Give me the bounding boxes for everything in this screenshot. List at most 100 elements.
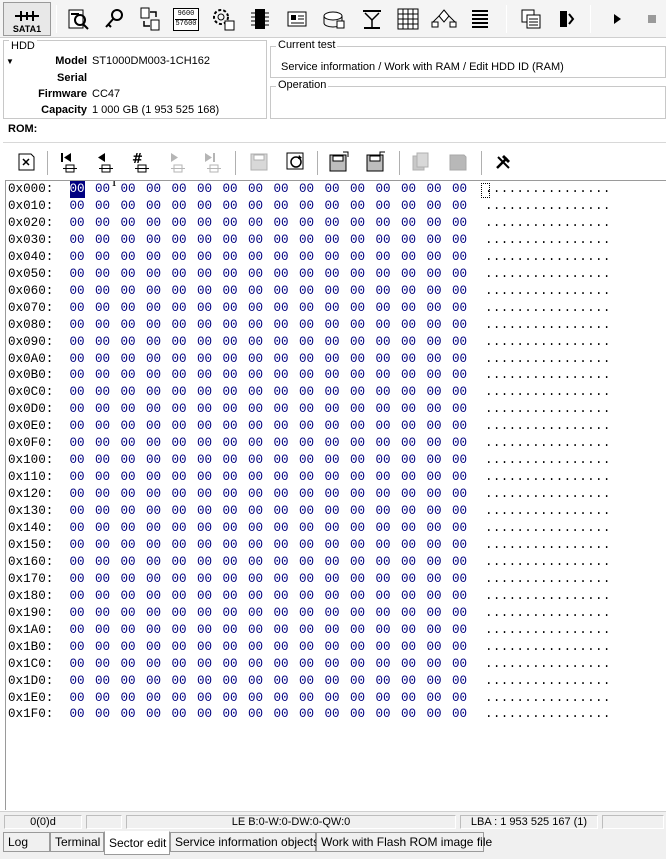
hex-byte[interactable]: 00 (70, 384, 85, 401)
hex-byte[interactable]: 00 (70, 605, 85, 622)
hex-byte[interactable]: 00 (401, 452, 416, 469)
hex-byte[interactable]: 00 (248, 537, 263, 554)
hex-byte[interactable]: 00 (376, 656, 391, 673)
hex-byte[interactable]: 00 (121, 367, 136, 384)
hex-ascii[interactable]: ................ (485, 571, 611, 588)
network-button[interactable] (430, 4, 458, 34)
hex-byte[interactable]: 00 (172, 571, 187, 588)
hex-byte[interactable]: 00 (172, 266, 187, 283)
hex-byte[interactable]: 00 (248, 520, 263, 537)
hex-byte[interactable]: 00 (376, 283, 391, 300)
hex-byte[interactable]: 00 (325, 266, 340, 283)
hex-byte[interactable]: 00 (95, 317, 110, 334)
hex-byte[interactable]: 00 (146, 486, 161, 503)
hex-byte[interactable]: 00 (197, 334, 212, 351)
hex-byte[interactable]: 00 (146, 452, 161, 469)
hex-byte[interactable]: 00 (95, 300, 110, 317)
hex-byte[interactable]: 00 (274, 300, 289, 317)
hex-byte[interactable]: 00 (197, 317, 212, 334)
hex-byte[interactable]: 00 (197, 690, 212, 707)
hex-byte[interactable]: 00 (223, 571, 238, 588)
hex-ascii[interactable]: ................ (485, 622, 611, 639)
hex-byte[interactable]: 00 (325, 605, 340, 622)
hex-byte[interactable]: 00 (299, 503, 314, 520)
hex-byte[interactable]: 00 (248, 215, 263, 232)
hex-byte[interactable]: 00 (248, 266, 263, 283)
hex-byte[interactable]: 00 (452, 418, 467, 435)
hex-ascii[interactable]: ................ (485, 690, 611, 707)
hex-byte[interactable]: 00 (299, 452, 314, 469)
hex-byte[interactable]: 00 (376, 232, 391, 249)
hex-byte[interactable]: 00 (248, 232, 263, 249)
hex-byte[interactable]: 00 (452, 486, 467, 503)
hex-byte[interactable]: 00 (223, 622, 238, 639)
hex-byte[interactable]: 00 (299, 351, 314, 368)
hex-byte[interactable]: 00 (401, 334, 416, 351)
hex-byte[interactable]: 00 (427, 334, 442, 351)
hex-byte[interactable]: 00 (299, 469, 314, 486)
hex-byte[interactable]: 00 (376, 690, 391, 707)
hex-byte[interactable]: 00 (223, 656, 238, 673)
hex-ascii[interactable]: ................ (485, 588, 611, 605)
hex-byte[interactable]: 00 (248, 334, 263, 351)
hex-byte[interactable]: 00 (121, 554, 136, 571)
hex-byte[interactable]: 00 (95, 283, 110, 300)
hex-byte[interactable]: 00 (172, 486, 187, 503)
hex-byte[interactable]: 00 (401, 706, 416, 723)
hex-byte[interactable]: 00 (223, 588, 238, 605)
hex-byte[interactable]: 00 (248, 198, 263, 215)
hex-byte[interactable]: 00 (274, 418, 289, 435)
hex-byte[interactable]: 00 (121, 571, 136, 588)
hex-byte[interactable]: 00 (325, 486, 340, 503)
hex-byte[interactable]: 00 (70, 435, 85, 452)
hex-byte[interactable]: 00 (401, 215, 416, 232)
hex-byte[interactable]: 00 (401, 503, 416, 520)
hex-byte[interactable]: 00 (350, 198, 365, 215)
hex-byte[interactable]: 00 (197, 588, 212, 605)
hex-byte[interactable]: 00 (121, 317, 136, 334)
hex-ascii[interactable]: ................ (485, 384, 611, 401)
hex-byte[interactable]: 00 (350, 639, 365, 656)
hex-byte[interactable]: 00 (325, 435, 340, 452)
hex-byte[interactable]: 00 (121, 198, 136, 215)
hex-byte[interactable]: 00 (401, 181, 416, 198)
hex-byte[interactable]: 00 (452, 554, 467, 571)
first-sector-button[interactable] (55, 148, 81, 176)
hex-byte[interactable]: 00 (95, 656, 110, 673)
hex-byte[interactable]: 00 (274, 486, 289, 503)
hex-byte[interactable]: 00 (95, 266, 110, 283)
hex-byte[interactable]: 00 (70, 215, 85, 232)
hex-byte[interactable]: 00 (223, 452, 238, 469)
hex-byte[interactable]: 00 (401, 571, 416, 588)
hex-byte[interactable]: 00 (299, 571, 314, 588)
hex-byte[interactable]: 00 (427, 673, 442, 690)
hex-byte[interactable]: 00 (223, 435, 238, 452)
hex-byte[interactable]: 00 (172, 554, 187, 571)
hex-byte[interactable]: 00 (121, 249, 136, 266)
hex-byte[interactable]: 00 (146, 418, 161, 435)
hex-byte[interactable]: 00 (401, 554, 416, 571)
hex-byte[interactable]: 00 (452, 334, 467, 351)
hex-byte[interactable]: 00 (299, 418, 314, 435)
hex-byte[interactable]: 00 (70, 622, 85, 639)
hex-byte[interactable]: 00 (376, 622, 391, 639)
hex-byte[interactable]: 00 (95, 401, 110, 418)
hex-byte[interactable]: 00 (299, 384, 314, 401)
hex-byte[interactable]: 00 (325, 232, 340, 249)
hex-byte[interactable]: 00 (350, 690, 365, 707)
hex-byte[interactable]: 00 (427, 351, 442, 368)
hex-byte[interactable]: 00 (70, 520, 85, 537)
hex-byte[interactable]: 00 (146, 435, 161, 452)
hex-byte[interactable]: 00 (172, 181, 187, 198)
play-button[interactable] (603, 4, 631, 34)
hex-byte[interactable]: 00 (70, 232, 85, 249)
hex-byte[interactable]: 00 (376, 401, 391, 418)
hex-byte[interactable]: 00 (172, 639, 187, 656)
next-sector-button[interactable] (163, 148, 189, 176)
hex-byte[interactable]: 00 (452, 605, 467, 622)
hex-byte[interactable]: 00 (70, 588, 85, 605)
hex-ascii[interactable]: ................ (485, 673, 611, 690)
settings-chip-button[interactable] (209, 4, 237, 34)
prev-sector-button[interactable] (91, 148, 117, 176)
hex-byte[interactable]: 00 (299, 435, 314, 452)
